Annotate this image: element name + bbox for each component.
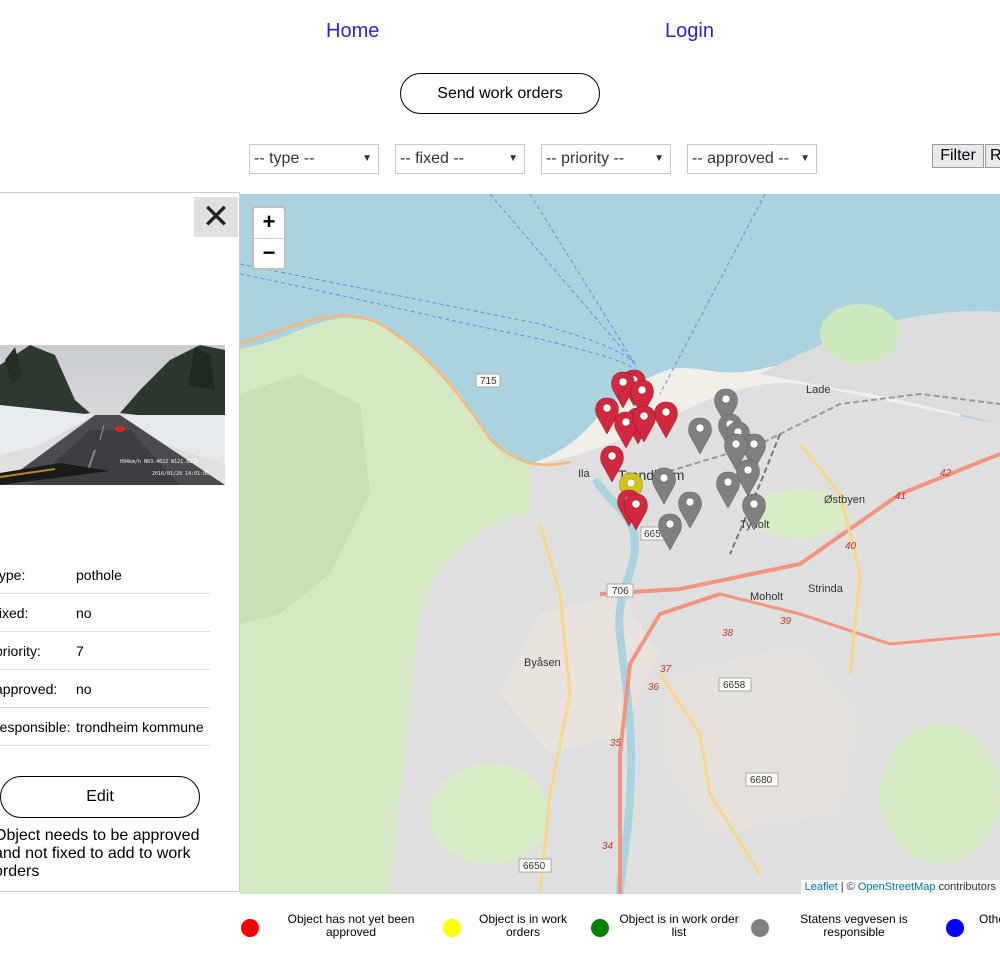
leaflet-link[interactable]: Leaflet bbox=[805, 881, 838, 893]
approved-filter-select[interactable]: -- approved -- ▼ bbox=[687, 144, 817, 174]
gray-marker[interactable] bbox=[742, 493, 766, 531]
send-work-orders-button[interactable]: Send work orders bbox=[400, 73, 600, 114]
zoom-control: + − bbox=[252, 206, 286, 270]
map-attribution: Leaflet | © OpenStreetMap contributors bbox=[800, 880, 1000, 894]
approved-filter-value: -- approved -- bbox=[692, 150, 789, 167]
legend-label: Object is in work orders bbox=[478, 912, 568, 939]
nav-home-link[interactable]: Home bbox=[326, 20, 379, 43]
gray-marker[interactable] bbox=[688, 417, 712, 455]
info-row-approved: approved: no bbox=[0, 670, 210, 708]
photo-caption: 094km/h N63.4622 W121.8816 bbox=[120, 459, 198, 465]
fixed-filter-select[interactable]: -- fixed -- ▼ bbox=[395, 144, 525, 174]
info-row-type: type: pothole bbox=[0, 556, 210, 594]
legend-label: Object is in work order list bbox=[619, 912, 739, 939]
nav-login-link[interactable]: Login bbox=[665, 20, 714, 43]
red-dot-icon bbox=[241, 919, 259, 937]
red-marker[interactable] bbox=[654, 401, 678, 439]
legend-item-blue: Other object bbox=[945, 912, 1000, 952]
info-key: approved: bbox=[0, 681, 58, 697]
object-photo: 094km/h N63.4622 W121.8816 2016/01/29 14… bbox=[0, 345, 225, 485]
edit-button[interactable]: Edit bbox=[0, 776, 200, 818]
map[interactable]: 715 706 6659 6658 6680 6650 42 41 40 39 … bbox=[240, 194, 1000, 894]
fixed-filter-value: -- fixed -- bbox=[400, 150, 464, 167]
zoom-out-button[interactable]: − bbox=[254, 238, 284, 269]
marker-layer bbox=[595, 369, 766, 551]
info-value: no bbox=[76, 681, 92, 697]
attribution-contributors: contributors bbox=[935, 881, 996, 893]
red-marker[interactable] bbox=[595, 397, 619, 435]
gray-marker[interactable] bbox=[658, 513, 682, 551]
approval-note: Object needs to be approved and not fixe… bbox=[0, 827, 200, 880]
openstreetmap-link[interactable]: OpenStreetMap bbox=[858, 881, 936, 893]
info-key: fixed: bbox=[0, 605, 29, 621]
info-value: trondheim kommune bbox=[76, 719, 204, 735]
priority-filter-select[interactable]: -- priority -- ▼ bbox=[541, 144, 671, 174]
info-value: no bbox=[76, 605, 92, 621]
info-row-responsible: responsible: trondheim kommune bbox=[0, 708, 210, 746]
gray-dot-icon bbox=[751, 919, 769, 937]
legend-label: Statens vegvesen is responsible bbox=[800, 912, 908, 939]
yellow-dot-icon bbox=[443, 919, 461, 937]
gray-marker[interactable] bbox=[652, 467, 676, 505]
attribution-separator: | © bbox=[837, 881, 858, 893]
info-key: priority: bbox=[0, 643, 41, 659]
object-detail-panel: ✕ 094km/h N63.4622 W121.8816 2016/01/29 … bbox=[0, 192, 240, 892]
dropdown-arrow-icon: ▼ bbox=[362, 153, 372, 164]
legend-label: Object has not yet been approved bbox=[287, 912, 415, 939]
info-value: 7 bbox=[76, 643, 84, 659]
type-filter-value: -- type -- bbox=[254, 150, 315, 167]
zoom-in-button[interactable]: + bbox=[254, 208, 284, 238]
info-row-priority: priority: 7 bbox=[0, 632, 210, 670]
info-key: responsible: bbox=[0, 719, 71, 735]
info-value: pothole bbox=[76, 567, 122, 583]
blue-dot-icon bbox=[946, 919, 964, 937]
photo-timestamp: 2016/01/29 14:01:06 bbox=[152, 471, 209, 477]
priority-filter-value: -- priority -- bbox=[546, 150, 625, 167]
green-dot-icon bbox=[591, 919, 609, 937]
dropdown-arrow-icon: ▼ bbox=[508, 153, 518, 164]
close-icon[interactable]: ✕ bbox=[194, 197, 238, 237]
dropdown-arrow-icon: ▼ bbox=[654, 153, 664, 164]
type-filter-select[interactable]: -- type -- ▼ bbox=[249, 144, 379, 174]
legend-label: Other object bbox=[979, 912, 1000, 926]
gray-marker[interactable] bbox=[678, 491, 702, 529]
gray-marker[interactable] bbox=[736, 459, 760, 497]
dropdown-arrow-icon: ▼ bbox=[800, 153, 810, 164]
reset-button[interactable]: R bbox=[985, 144, 1000, 168]
info-row-fixed: fixed: no bbox=[0, 594, 210, 632]
gray-marker[interactable] bbox=[716, 471, 740, 509]
red-marker[interactable] bbox=[600, 445, 624, 483]
filter-button[interactable]: Filter bbox=[932, 144, 984, 168]
info-key: type: bbox=[0, 567, 26, 583]
